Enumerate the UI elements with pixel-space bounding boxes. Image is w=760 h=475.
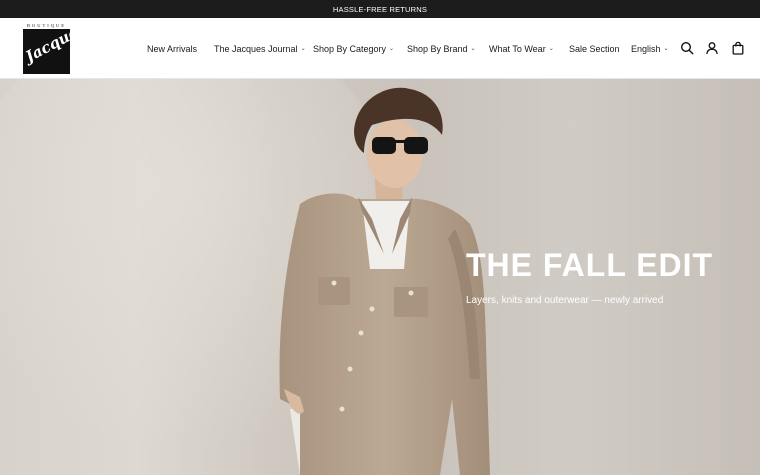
site-header: BOUTIQUE Jacques New Arrivals The Jacque… [0,18,760,79]
logo-script: Jacques [23,29,70,66]
nav-item-shop-by-brand[interactable]: Shop By Brand ⌄ [407,18,476,79]
hero-title: THE FALL EDIT [466,247,714,283]
account-icon[interactable] [705,41,719,55]
nav-item-journal[interactable]: The Jacques Journal ⌄ [214,18,306,79]
hero-banner[interactable]: THE FALL EDIT Layers, knits and outerwea… [0,79,760,475]
logo-top-text: BOUTIQUE [27,23,66,28]
chevron-down-icon: ⌄ [389,46,395,52]
nav-item-label: Sale Section [569,43,620,54]
search-icon[interactable] [680,41,694,55]
chevron-down-icon: ⌄ [548,46,554,52]
chevron-down-icon: ⌄ [300,46,306,52]
nav-item-label: New Arrivals [147,43,198,54]
language-label: English [631,43,661,54]
nav-item-new-arrivals[interactable]: New Arrivals [147,18,197,79]
logo[interactable]: BOUTIQUE Jacques [23,23,70,74]
nav-item-sale[interactable]: Sale Section [569,18,620,79]
nav-item-label: The Jacques Journal [214,43,298,54]
announcement-bar: HASSLE-FREE RETURNS [0,0,760,18]
logo-box: Jacques [23,29,70,74]
language-selector[interactable]: English ⌄ [631,18,669,79]
hero-subtitle: Layers, knits and outerwear — newly arri… [466,295,664,306]
announcement-text: HASSLE-FREE RETURNS [332,4,428,14]
nav-item-label: Shop By Brand [407,43,468,54]
nav-item-label: Shop By Category [313,43,387,54]
chevron-down-icon: ⌄ [470,46,476,52]
nav-item-label: What To Wear [489,43,546,54]
chevron-down-icon: ⌄ [663,46,669,52]
nav-item-shop-by-category[interactable]: Shop By Category ⌄ [313,18,394,79]
nav-item-what-to-wear[interactable]: What To Wear ⌄ [489,18,554,79]
bag-icon[interactable] [731,41,745,55]
